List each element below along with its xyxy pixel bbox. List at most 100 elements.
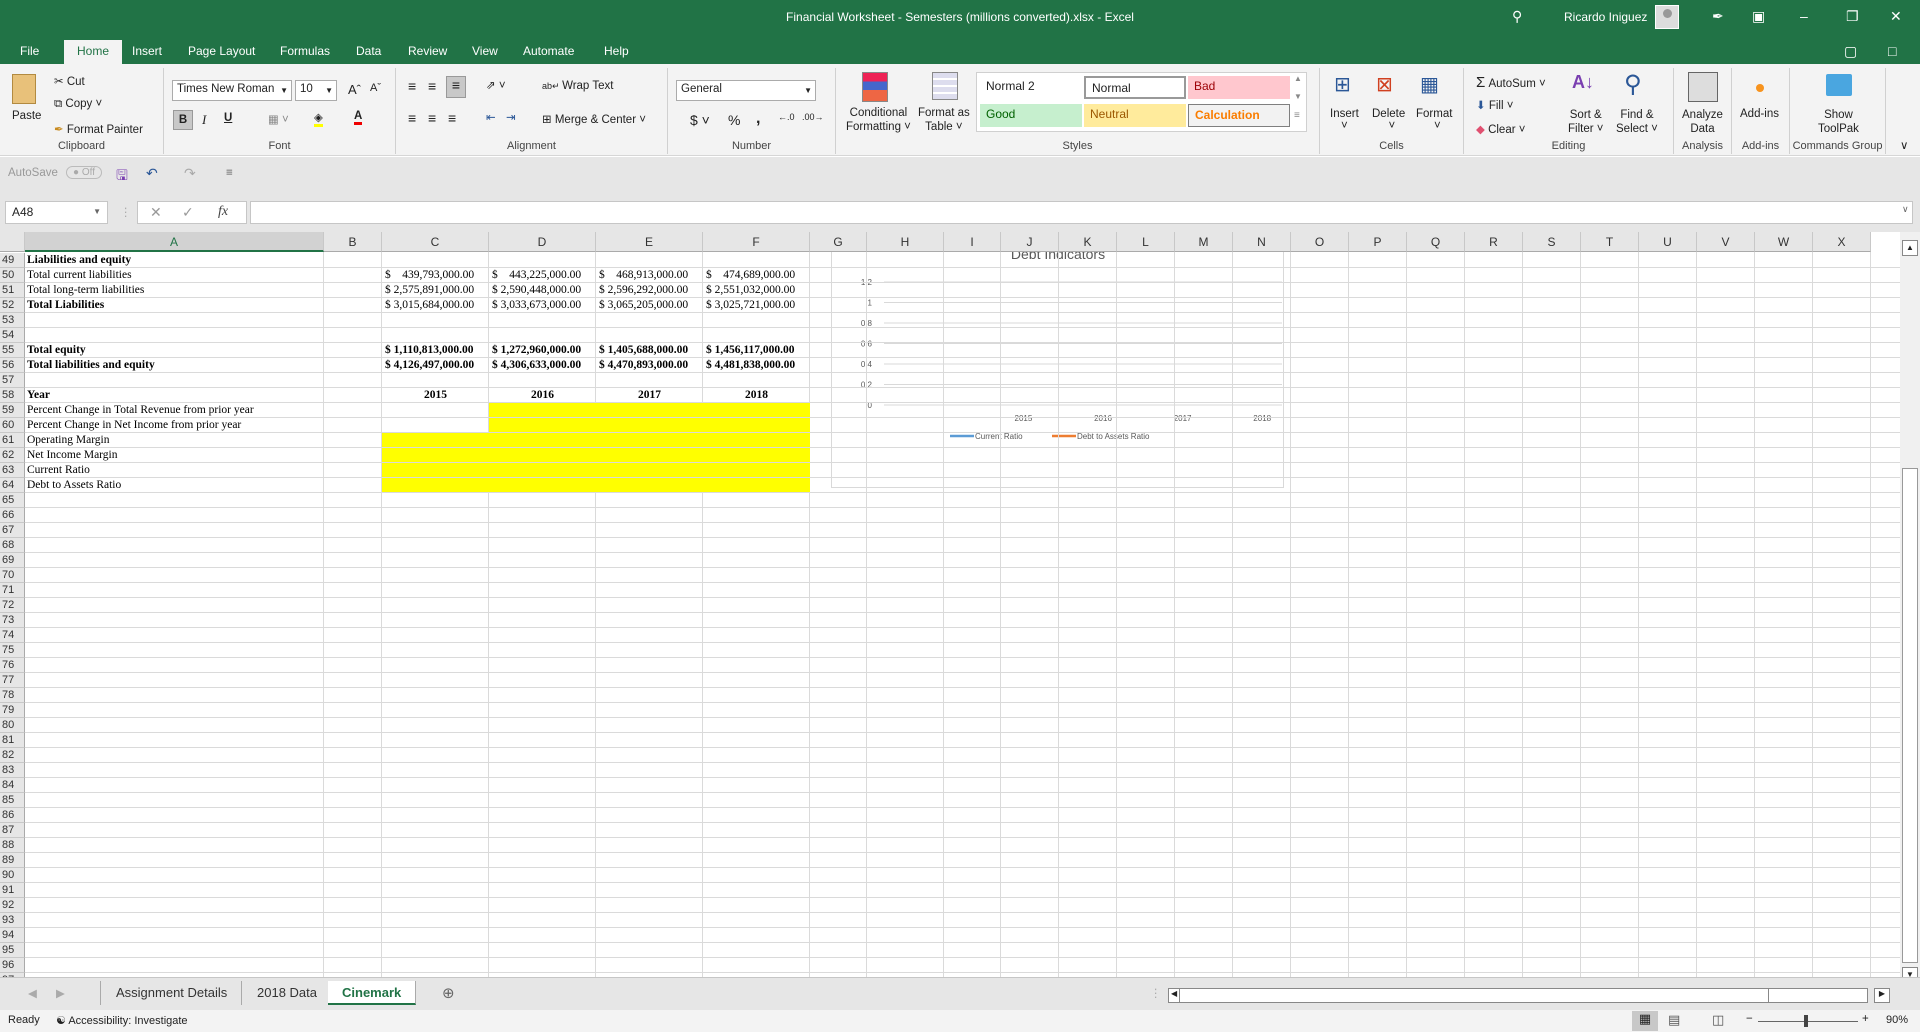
tab-split-handle[interactable]: ⋮	[1150, 986, 1162, 1000]
zoom-in-button[interactable]: +	[1862, 1013, 1869, 1025]
scroll-left-button[interactable]: ◀	[1171, 989, 1177, 998]
gallery-scroll-up[interactable]: ▲	[1294, 74, 1302, 83]
percent-button[interactable]: %	[728, 112, 740, 128]
cell-value[interactable]: $ 2,575,891,000.00	[385, 283, 486, 298]
gallery-scroll-down[interactable]: ▼	[1294, 92, 1302, 101]
cell-value[interactable]: $ 1,272,960,000.00	[492, 343, 593, 358]
cell-value[interactable]: 2016	[492, 388, 593, 403]
underline-button[interactable]: U	[224, 112, 232, 124]
tab-data[interactable]: Data	[348, 40, 389, 64]
redo-icon[interactable]: ↷	[184, 165, 196, 182]
decrease-font-icon[interactable]: Aˇ	[370, 82, 381, 94]
name-box[interactable]: A48 ▼	[5, 201, 108, 224]
row-header[interactable]: 52	[0, 298, 25, 313]
row-header[interactable]: 75	[0, 643, 25, 658]
add-sheet-icon[interactable]: ⊕	[442, 984, 455, 1002]
row-header[interactable]: 78	[0, 688, 25, 703]
row-header[interactable]: 76	[0, 658, 25, 673]
row-header[interactable]: 59	[0, 403, 25, 418]
column-header-h[interactable]: H	[867, 232, 944, 252]
cell-value[interactable]: $ 439,793,000.00	[385, 268, 486, 283]
tab-insert[interactable]: Insert	[124, 40, 170, 64]
autosave-toggle[interactable]: ● Off	[66, 166, 102, 179]
currency-button[interactable]: $ ˅	[690, 112, 710, 128]
tab-view[interactable]: View	[464, 40, 506, 64]
row-header[interactable]: 93	[0, 913, 25, 928]
cell-value[interactable]: 2017	[599, 388, 700, 403]
align-center-icon[interactable]: ≡	[428, 110, 436, 126]
scroll-right-button[interactable]: ▶	[1874, 988, 1890, 1003]
customize-qat-icon[interactable]: ≡	[226, 167, 233, 179]
row-header[interactable]: 85	[0, 793, 25, 808]
row-header[interactable]: 84	[0, 778, 25, 793]
row-header[interactable]: 95	[0, 943, 25, 958]
font-size-select[interactable]: 10 ▼	[295, 80, 337, 101]
align-top-icon[interactable]: ≡	[408, 78, 416, 94]
row-header[interactable]: 61	[0, 433, 25, 448]
column-header-d[interactable]: D	[489, 232, 596, 252]
highlighted-cells[interactable]	[489, 403, 810, 433]
row-header[interactable]: 81	[0, 733, 25, 748]
row-header[interactable]: 60	[0, 418, 25, 433]
cell-value[interactable]: $ 4,470,893,000.00	[599, 358, 700, 373]
avatar[interactable]	[1655, 5, 1679, 29]
zoom-out-button[interactable]: −	[1746, 1013, 1753, 1025]
row-header[interactable]: 69	[0, 553, 25, 568]
cell-value[interactable]: $ 4,306,633,000.00	[492, 358, 593, 373]
row-header[interactable]: 87	[0, 823, 25, 838]
select-all-corner[interactable]	[0, 232, 25, 252]
row-header[interactable]: 91	[0, 883, 25, 898]
row-header[interactable]: 63	[0, 463, 25, 478]
page-break-view-icon[interactable]: ◫	[1712, 1012, 1724, 1028]
cell-label[interactable]: Percent Change in Net Income from prior …	[27, 418, 322, 433]
pen-icon[interactable]: ✒	[1712, 8, 1724, 25]
column-header-p[interactable]: P	[1349, 232, 1407, 252]
row-header[interactable]: 50	[0, 268, 25, 283]
column-header-e[interactable]: E	[596, 232, 703, 252]
style-bad[interactable]: Bad	[1188, 76, 1290, 99]
cell-value[interactable]: $ 2,596,292,000.00	[599, 283, 700, 298]
row-header[interactable]: 90	[0, 868, 25, 883]
orientation-icon[interactable]: ⇗ ˅	[486, 78, 506, 92]
row-header[interactable]: 51	[0, 283, 25, 298]
italic-button[interactable]: I	[202, 112, 206, 128]
cell-value[interactable]: $ 3,015,684,000.00	[385, 298, 486, 313]
column-header-t[interactable]: T	[1581, 232, 1639, 252]
row-header[interactable]: 56	[0, 358, 25, 373]
cell-value[interactable]: 2018	[706, 388, 807, 403]
highlighted-cells[interactable]	[382, 433, 810, 493]
cell-value[interactable]: $ 468,913,000.00	[599, 268, 700, 283]
increase-font-icon[interactable]: Aˆ	[348, 82, 361, 97]
minimize-icon[interactable]: –	[1800, 8, 1808, 24]
borders-icon[interactable]: ▦ ˅	[268, 112, 289, 126]
row-header[interactable]: 65	[0, 493, 25, 508]
normal-view-icon[interactable]: ▦	[1632, 1011, 1658, 1031]
tab-home[interactable]: Home	[64, 40, 122, 64]
cell-value[interactable]: $ 3,033,673,000.00	[492, 298, 593, 313]
worksheet-grid[interactable]: Debt Indicators 00.20.40.60.811.2 201520…	[0, 232, 1900, 977]
row-header[interactable]: 49	[0, 253, 25, 268]
row-header[interactable]: 94	[0, 928, 25, 943]
row-header[interactable]: 96	[0, 958, 25, 973]
row-header[interactable]: 64	[0, 478, 25, 493]
row-header[interactable]: 92	[0, 898, 25, 913]
page-layout-view-icon[interactable]: ▤	[1668, 1012, 1680, 1028]
column-header-a[interactable]: A	[25, 232, 324, 252]
row-header[interactable]: 88	[0, 838, 25, 853]
column-header-l[interactable]: L	[1117, 232, 1175, 252]
insert-button[interactable]: Insert ˅	[1330, 108, 1359, 132]
cell-value[interactable]: $ 1,405,688,000.00	[599, 343, 700, 358]
tab-review[interactable]: Review	[400, 40, 455, 64]
fill-color-icon[interactable]: ◈	[314, 110, 323, 127]
cell-value[interactable]: $ 2,590,448,000.00	[492, 283, 593, 298]
enter-icon[interactable]: ✓	[182, 204, 194, 221]
cut-button[interactable]: ✂ Cut	[54, 74, 85, 88]
row-header[interactable]: 74	[0, 628, 25, 643]
style-normal[interactable]: Normal	[1084, 76, 1186, 99]
collapse-ribbon-icon[interactable]: ∨	[1900, 138, 1908, 152]
cell-label[interactable]: Debt to Assets Ratio	[27, 478, 322, 493]
row-header[interactable]: 83	[0, 763, 25, 778]
column-header-x[interactable]: X	[1813, 232, 1871, 252]
row-header[interactable]: 55	[0, 343, 25, 358]
autosum-button[interactable]: Σ AutoSum ˅	[1476, 74, 1546, 91]
